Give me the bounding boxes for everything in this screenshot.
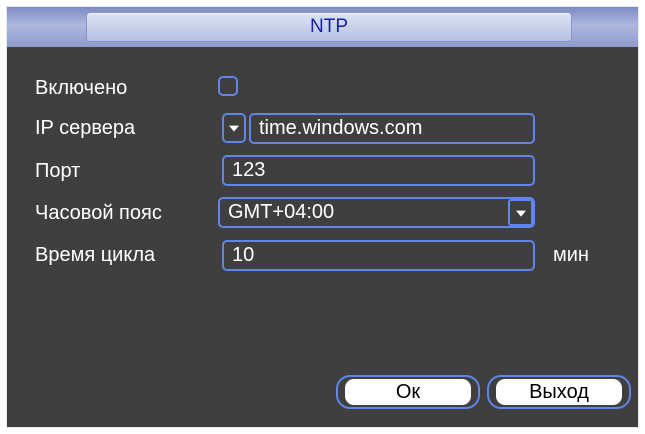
cycle-time-input[interactable]: 10 xyxy=(222,240,535,271)
title-bar: NTP xyxy=(7,7,638,47)
cycle-time-unit: мин xyxy=(553,244,589,266)
title-box: NTP xyxy=(86,12,572,42)
timezone-select[interactable]: GMT+04:00 xyxy=(218,197,535,228)
dialog-title: NTP xyxy=(310,16,348,37)
timezone-dropdown-button[interactable] xyxy=(508,199,533,226)
chevron-down-icon xyxy=(229,125,239,132)
exit-button-label: Выход xyxy=(496,379,622,405)
ok-button-label: Ок xyxy=(345,379,471,405)
timezone-label: Часовой пояс xyxy=(35,202,162,224)
server-ip-dropdown-button[interactable] xyxy=(222,113,246,143)
server-ip-input[interactable]: time.windows.com xyxy=(249,113,535,144)
port-label: Порт xyxy=(35,160,81,182)
enabled-label: Включено xyxy=(35,77,128,99)
exit-button[interactable]: Выход xyxy=(487,375,631,409)
port-input[interactable]: 123 xyxy=(222,155,535,186)
cycle-time-label: Время цикла xyxy=(35,244,156,266)
enabled-checkbox[interactable] xyxy=(218,76,238,96)
server-ip-label: IP сервера xyxy=(35,117,136,139)
ok-button[interactable]: Ок xyxy=(336,375,480,409)
chevron-down-icon xyxy=(515,210,526,217)
